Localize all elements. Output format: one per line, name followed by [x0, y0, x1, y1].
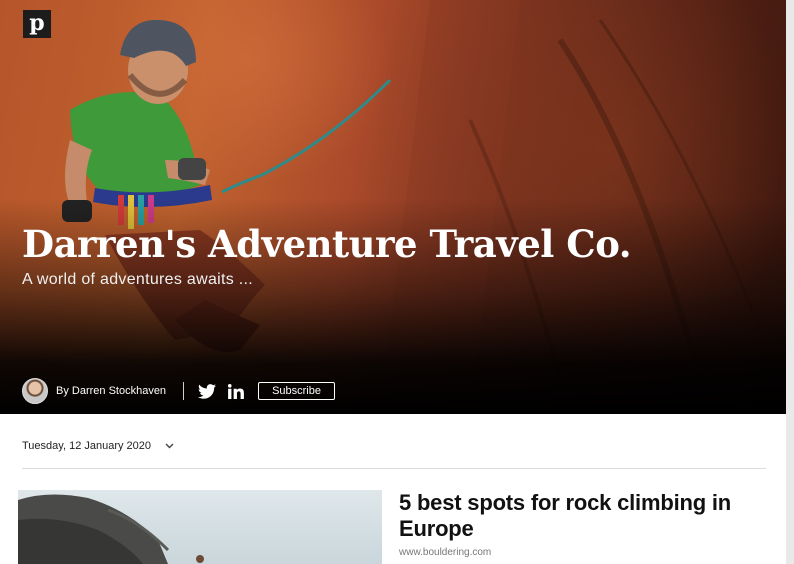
byline-bar: By Darren Stockhaven Subscribe: [22, 378, 335, 404]
hero-gradient-overlay: [0, 0, 786, 414]
chevron-down-icon[interactable]: [165, 443, 174, 449]
article-title[interactable]: 5 best spots for rock climbing in Europe: [399, 490, 769, 542]
blog-title: Darren's Adventure Travel Co.: [22, 222, 632, 266]
scrollbar[interactable]: [786, 0, 794, 564]
author-avatar[interactable]: [22, 378, 48, 404]
twitter-icon[interactable]: [198, 383, 217, 399]
subscribe-button[interactable]: Subscribe: [258, 382, 335, 400]
date-selector[interactable]: Tuesday, 12 January 2020: [22, 440, 174, 452]
author-name[interactable]: By Darren Stockhaven: [56, 385, 166, 397]
site-logo[interactable]: p: [23, 10, 51, 38]
section-divider: [22, 468, 766, 469]
post-date: Tuesday, 12 January 2020: [22, 440, 152, 452]
article-source[interactable]: www.bouldering.com: [399, 547, 491, 558]
blog-subtitle: A world of adventures awaits ...: [22, 271, 254, 288]
hero-banner: p Darren's Adventure Travel Co. A world …: [0, 0, 786, 414]
linkedin-icon[interactable]: [228, 383, 244, 399]
byline-divider: [183, 382, 185, 400]
article-thumbnail[interactable]: [18, 490, 382, 564]
